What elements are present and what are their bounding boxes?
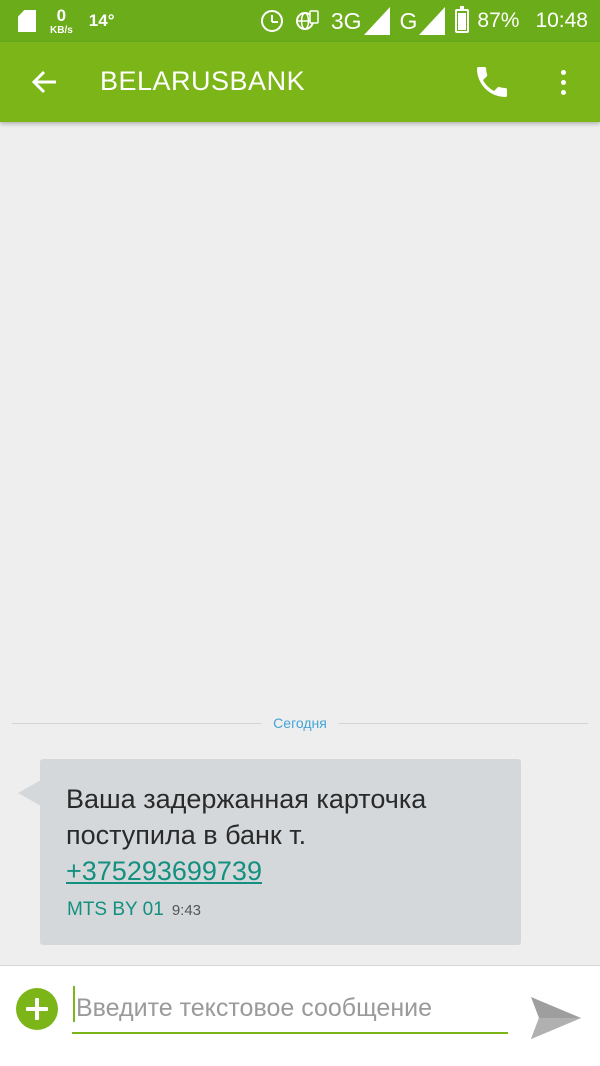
phone-icon (477, 67, 507, 97)
temperature: 14° (88, 11, 115, 30)
arrow-left-icon (31, 70, 56, 94)
sd-card-icon (18, 10, 36, 32)
battery-percent: 87% (477, 9, 520, 32)
more-dot-icon (560, 69, 566, 75)
more-dot-icon (560, 79, 566, 85)
date-divider-label: Сегодня (273, 715, 327, 731)
message-meta: MTS BY 01 9:43 (67, 899, 201, 921)
battery-fill (458, 12, 467, 30)
more-dot-icon (560, 89, 566, 95)
bubble-tail (18, 780, 41, 806)
divider-line (12, 722, 262, 724)
more-options-button[interactable] (548, 60, 578, 104)
conversation-title: BELARUSBANK (100, 66, 306, 96)
compose-bar (0, 965, 600, 1066)
network-speed-unit: KB/s (50, 24, 73, 36)
battery-icon (455, 6, 470, 33)
back-button[interactable] (22, 60, 66, 104)
network-speed-value: 0 (56, 5, 67, 25)
network-type-primary: 3G (330, 7, 362, 34)
attach-button[interactable] (16, 988, 58, 1030)
globe-icon (295, 10, 319, 30)
message-bubble[interactable]: Ваша задержанная карточка поступила в ба… (40, 759, 521, 945)
phone-link[interactable]: +375293699739 (66, 856, 262, 886)
status-bar: 0 KB/s 14° 3G G 87% 10:48 (0, 0, 600, 42)
signal-strength-icon (363, 7, 390, 35)
send-icon (531, 997, 581, 1039)
app-bar: BELARUSBANK (0, 42, 600, 122)
divider-line (338, 722, 588, 724)
text-cursor (73, 986, 75, 1022)
network-type-secondary: G (399, 7, 418, 34)
date-divider: Сегодня (12, 712, 588, 734)
message-input[interactable] (72, 984, 508, 1034)
message-text: Ваша задержанная карточка поступила в ба… (66, 781, 506, 889)
message-body: Ваша задержанная карточка поступила в ба… (66, 784, 427, 850)
sim-label: MTS BY 01 (67, 899, 164, 920)
send-button[interactable] (528, 992, 584, 1044)
network-speed: 0 KB/s (50, 7, 73, 36)
clock: 10:48 (535, 9, 588, 32)
alarm-icon (260, 10, 283, 32)
signal-strength-secondary-icon (419, 7, 446, 35)
message-time: 9:43 (171, 902, 202, 919)
call-button[interactable] (468, 60, 516, 104)
